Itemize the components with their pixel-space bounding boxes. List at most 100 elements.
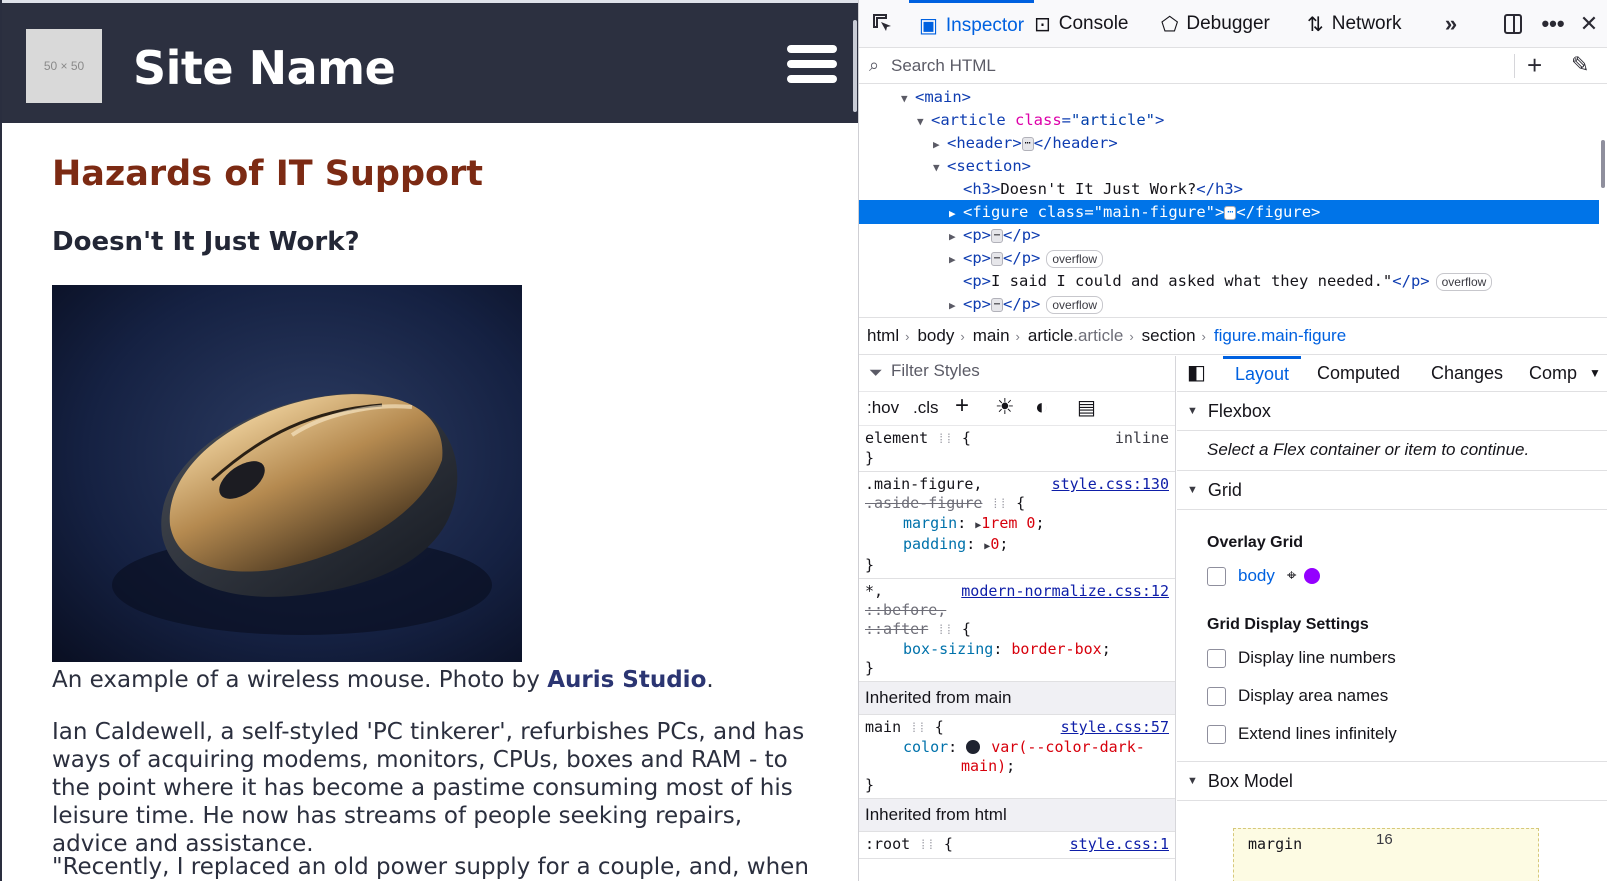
- devtools-panel: ▣ Inspector ⊡ Console ⬠ Debugger ⇅ Netwo…: [858, 0, 1607, 881]
- site-header: 50 × 50 Site Name: [2, 0, 858, 123]
- toggle-sidebar-icon[interactable]: ◧: [1187, 356, 1206, 392]
- tab-network[interactable]: ⇅ Network: [1307, 0, 1401, 48]
- breadcrumb-figure[interactable]: figure.main-figure: [1214, 326, 1346, 346]
- hover-states-toggle[interactable]: :hov: [867, 398, 899, 418]
- devtools-toolbar: ▣ Inspector ⊡ Console ⬠ Debugger ⇅ Netwo…: [859, 0, 1607, 48]
- markup-node-h3[interactable]: <h3>Doesn't It Just Work?</h3>: [859, 177, 1599, 201]
- inherited-header: Inherited from main: [859, 682, 1175, 715]
- console-icon: ⊡: [1034, 13, 1051, 36]
- chevron-right-icon: ›: [1015, 328, 1020, 344]
- breadcrumb: html › body › main › article.article › secti…: [859, 317, 1607, 355]
- eyedropper-icon[interactable]: ✎: [1571, 52, 1589, 78]
- breadcrumb-section[interactable]: section: [1142, 326, 1196, 346]
- breadcrumb-article[interactable]: article.article: [1028, 326, 1123, 346]
- tab-computed[interactable]: Computed: [1317, 356, 1400, 392]
- light-scheme-icon[interactable]: ☀: [995, 394, 1015, 420]
- tab-compatibility[interactable]: Comp: [1529, 356, 1577, 392]
- markup-tree: ▼ <main> ▼ <article class="article"> ▶ <hea…: [859, 85, 1607, 317]
- breadcrumb-body[interactable]: body: [917, 326, 954, 346]
- wireless-mouse-photo: [52, 285, 522, 662]
- grip-icon: ⁞⁞: [991, 497, 1008, 512]
- tab-changes[interactable]: Changes: [1431, 356, 1503, 392]
- tab-inspector[interactable]: ▣ Inspector: [909, 0, 1035, 48]
- close-icon[interactable]: ✕: [1575, 10, 1603, 38]
- add-node-icon[interactable]: +: [1527, 50, 1542, 81]
- class-toggle[interactable]: .cls: [913, 398, 939, 418]
- rule-element: element ⁞⁞ { inline }: [859, 426, 1175, 472]
- line-numbers-checkbox[interactable]: [1207, 648, 1226, 668]
- overflow-badge[interactable]: overflow: [1435, 272, 1493, 291]
- chevron-right-icon: ›: [960, 328, 965, 344]
- markup-scrollbar[interactable]: [1601, 140, 1605, 188]
- dark-scheme-icon[interactable]: ◐: [1035, 394, 1048, 420]
- area-names-checkbox[interactable]: [1207, 686, 1226, 706]
- color-swatch[interactable]: [966, 740, 981, 754]
- tab-console[interactable]: ⊡ Console: [1034, 0, 1128, 48]
- stylesheet-link[interactable]: style.css:57: [1061, 718, 1169, 737]
- rule-root: :root ⁞⁞ { style.css:1: [859, 832, 1175, 859]
- option-area-names[interactable]: Display area names: [1207, 686, 1388, 706]
- grip-icon: ⁞⁞: [919, 838, 935, 853]
- grid-section-header[interactable]: ▼ Grid: [1177, 471, 1607, 510]
- markup-node-p[interactable]: ▶ <p> ⋯ </p> overflow: [859, 246, 1599, 270]
- filter-icon: ⏷: [869, 363, 883, 382]
- search-html-bar: ⌕ + ✎: [859, 48, 1607, 84]
- markup-node-p[interactable]: ▶ <p> ⋯ </p>: [859, 223, 1599, 247]
- paragraph: Ian Caldewell, a self-styled 'PC tinkere…: [52, 719, 805, 857]
- web-page: 50 × 50 Site Name Hazards of IT Support …: [0, 0, 858, 881]
- breadcrumb-html[interactable]: html: [867, 326, 899, 346]
- more-tabs-chevron-icon[interactable]: »: [1437, 10, 1465, 38]
- tab-layout[interactable]: Layout: [1223, 356, 1302, 392]
- more-options-icon[interactable]: •••: [1539, 10, 1567, 38]
- network-icon: ⇅: [1307, 13, 1324, 36]
- page-scrollbar[interactable]: [853, 20, 857, 112]
- grid-display-settings-heading: Grid Display Settings: [1207, 616, 1369, 633]
- body-grid-link[interactable]: body: [1238, 566, 1275, 586]
- box-model-margin: margin 16: [1233, 828, 1539, 881]
- stylesheet-link[interactable]: modern-normalize.css:12: [961, 582, 1169, 601]
- option-extend-lines[interactable]: Extend lines infinitely: [1207, 724, 1397, 744]
- markup-node-header[interactable]: ▶ <header> ⋯ </header>: [859, 131, 1599, 155]
- breadcrumb-main[interactable]: main: [973, 326, 1010, 346]
- photo-credit-link[interactable]: Auris Studio: [547, 667, 706, 693]
- extend-lines-checkbox[interactable]: [1207, 724, 1226, 744]
- stylesheet-link[interactable]: style.css:130: [1052, 475, 1169, 494]
- stylesheet-link[interactable]: style.css:1: [1070, 835, 1169, 854]
- search-html-input[interactable]: [891, 52, 1371, 80]
- overlay-body-checkbox[interactable]: [1207, 566, 1226, 586]
- hamburger-menu-icon[interactable]: [787, 45, 837, 85]
- box-model-section-header[interactable]: ▼ Box Model: [1177, 762, 1607, 801]
- print-media-icon[interactable]: ▤: [1077, 395, 1096, 420]
- option-line-numbers[interactable]: Display line numbers: [1207, 648, 1396, 668]
- sidebar-tabs: ◧ Layout Computed Changes Comp ▼: [1177, 356, 1607, 392]
- tab-debugger[interactable]: ⬠ Debugger: [1161, 0, 1270, 48]
- highlight-element-icon[interactable]: ⌖: [1287, 566, 1297, 586]
- markup-node-p[interactable]: <p>I said I could and asked what they ne…: [859, 269, 1599, 293]
- margin-top-value[interactable]: 16: [1376, 831, 1393, 848]
- flex-message: Select a Flex container or item to conti…: [1177, 431, 1607, 471]
- markup-node-p[interactable]: ▶ <p> ⋯ </p> overflow: [859, 292, 1599, 316]
- add-rule-icon[interactable]: +: [955, 392, 969, 420]
- markup-node-section[interactable]: ▼ <section>: [859, 154, 1599, 178]
- rule-universal: *, ::before, ::after ⁞⁞ { modern-normali…: [859, 579, 1175, 682]
- inherited-header: Inherited from html: [859, 799, 1175, 832]
- filter-styles-input[interactable]: [891, 361, 1161, 381]
- overflow-badge[interactable]: overflow: [1046, 295, 1104, 314]
- chevron-down-icon[interactable]: ▼: [1589, 356, 1601, 392]
- element-picker-icon[interactable]: [869, 10, 897, 38]
- site-name[interactable]: Site Name: [133, 41, 396, 95]
- markup-node-main[interactable]: ▼ <main>: [859, 85, 1599, 109]
- rule-main-figure: .main-figure, .aside-figure ⁞⁞ { style.c…: [859, 472, 1175, 579]
- logo-placeholder: 50 × 50: [26, 29, 102, 103]
- dock-toggle-icon[interactable]: [1499, 10, 1527, 38]
- grid-color-swatch[interactable]: [1304, 568, 1321, 584]
- expand-arrow-icon[interactable]: ▶: [949, 294, 963, 317]
- collapse-arrow-icon: ▼: [1187, 775, 1198, 787]
- divider: [1514, 54, 1515, 78]
- search-icon: ⌕: [869, 55, 880, 75]
- markup-node-figure-selected[interactable]: ▶ <figure class="main-figure"> ⋯ </figure>: [859, 200, 1599, 224]
- flexbox-section-header[interactable]: ▼ Flexbox: [1177, 392, 1607, 431]
- overflow-badge[interactable]: overflow: [1046, 249, 1104, 268]
- markup-node-article[interactable]: ▼ <article class="article">: [859, 108, 1599, 132]
- article-title: Hazards of IT Support: [52, 154, 484, 194]
